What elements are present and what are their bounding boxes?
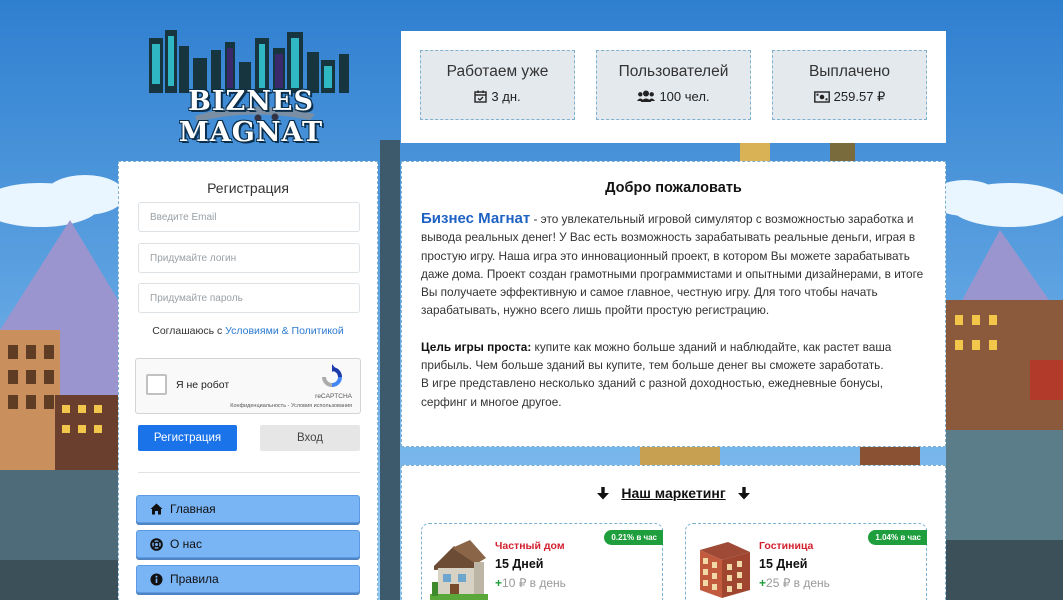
recaptcha-logo-icon xyxy=(314,364,350,395)
lifebuoy-icon xyxy=(150,537,163,551)
stat-value: 259.57 ₽ xyxy=(833,89,886,104)
nav-item-about[interactable]: О нас xyxy=(136,530,360,558)
stat-label: Выплачено xyxy=(808,63,891,80)
stat-value-row: 259.57 ₽ xyxy=(773,89,926,105)
marketing-title[interactable]: Наш маркетинг xyxy=(621,485,725,501)
private-house-icon xyxy=(430,540,488,600)
nav-item-label: Правила xyxy=(170,572,219,586)
card-income-value: 25 ₽ в день xyxy=(766,576,830,590)
marketing-panel: Наш маркетинг 0.21% в час Частный дом 15… xyxy=(401,465,946,600)
nav-item-rules[interactable]: Правила xyxy=(136,565,360,593)
password-input[interactable] xyxy=(138,283,360,313)
registration-title: Регистрация xyxy=(207,180,289,196)
plus-icon: + xyxy=(759,576,767,590)
card-income: +25 ₽ в день xyxy=(759,576,830,590)
stat-label: Пользователей xyxy=(618,63,729,80)
goal-label: Цель игры проста: xyxy=(421,339,532,354)
card-income: +10 ₽ в день xyxy=(495,576,566,590)
extra-text: В игре представлено несколько зданий с р… xyxy=(421,376,884,409)
users-icon xyxy=(637,90,656,102)
building-card-hotel[interactable]: 1.04% в час Гостиница 15 Дней +25 ₽ в де… xyxy=(685,523,927,600)
stat-value: 100 чел. xyxy=(659,89,710,104)
recaptcha-widget: Я не робот reCAPTCHA Конфиденциальность … xyxy=(135,358,361,414)
money-bill-icon xyxy=(813,91,830,103)
card-days: 15 Дней xyxy=(759,557,808,571)
terms-agreement: Соглашаюсь с Условиями & Политикой xyxy=(119,325,377,337)
rate-badge: 1.04% в час xyxy=(868,530,927,545)
home-icon xyxy=(150,503,163,515)
stat-label: Работаем уже xyxy=(446,63,549,80)
card-days: 15 Дней xyxy=(495,557,544,571)
stat-value-row: 100 чел. xyxy=(597,89,750,104)
stats-panel: Работаем уже 3 дн. Пользователей 100 чел… xyxy=(401,31,946,143)
stat-value-row: 3 дн. xyxy=(421,89,574,104)
welcome-title: Добро пожаловать xyxy=(605,180,742,196)
login-button[interactable]: Вход xyxy=(260,425,360,451)
arrow-down-icon xyxy=(737,486,750,499)
card-income-value: 10 ₽ в день xyxy=(502,576,566,590)
recaptcha-checkbox[interactable] xyxy=(146,374,167,395)
register-button[interactable]: Регистрация xyxy=(138,425,237,451)
arrow-down-icon xyxy=(597,486,610,499)
registration-sidebar: Регистрация Соглашаюсь с Условиями & Пол… xyxy=(118,161,378,600)
recaptcha-privacy-links[interactable]: Конфиденциальность - Условия использован… xyxy=(230,403,352,409)
welcome-goal-paragraph: Цель игры проста: купите как можно больш… xyxy=(421,338,926,411)
welcome-intro-text: - это увлекательный игровой симулятор с … xyxy=(421,212,924,318)
stat-value: 3 дн. xyxy=(491,89,521,104)
recaptcha-label: Я не робот xyxy=(176,379,230,391)
marketing-heading: Наш маркетинг xyxy=(402,485,945,501)
rate-badge: 0.21% в час xyxy=(604,530,663,545)
nav-item-label: О нас xyxy=(170,537,202,551)
plus-icon: + xyxy=(495,576,503,590)
stat-users: Пользователей 100 чел. xyxy=(596,50,751,120)
login-input[interactable] xyxy=(138,243,360,273)
terms-link[interactable]: Условиями & Политикой xyxy=(225,325,344,337)
card-name: Гостиница xyxy=(759,540,814,552)
welcome-panel: Добро пожаловать Бизнес Магнат - это увл… xyxy=(401,161,946,447)
building-card-private-house[interactable]: 0.21% в час Частный дом 15 Дней +10 ₽ в … xyxy=(421,523,663,600)
divider xyxy=(138,472,360,473)
terms-agreement-text: Соглашаюсь с xyxy=(152,325,226,337)
stat-working-days: Работаем уже 3 дн. xyxy=(420,50,575,120)
calendar-check-icon xyxy=(474,90,488,103)
nav-item-label: Главная xyxy=(170,502,216,516)
info-circle-icon xyxy=(150,573,163,585)
hotel-icon xyxy=(700,542,750,598)
nav-item-home[interactable]: Главная xyxy=(136,495,360,523)
welcome-intro-paragraph: Бизнес Магнат - это увлекательный игрово… xyxy=(421,210,926,320)
recaptcha-brand: reCAPTCHA xyxy=(315,393,352,400)
stat-paid: Выплачено 259.57 ₽ xyxy=(772,50,927,120)
email-input[interactable] xyxy=(138,202,360,232)
brand-name: Бизнес Магнат xyxy=(421,210,531,227)
site-logo[interactable]: BIZNES MAGNAT xyxy=(135,28,365,148)
logo-text: BIZNES MAGNAT xyxy=(178,86,324,148)
card-name: Частный дом xyxy=(495,540,565,552)
